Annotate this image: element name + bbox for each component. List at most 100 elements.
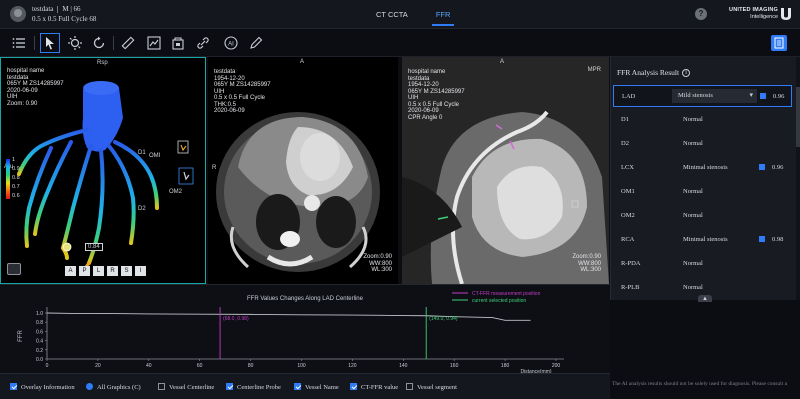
brand-text: UNITED IMAGING Intelligence (718, 7, 778, 21)
y-tick-label: 1.0 (36, 311, 43, 317)
overlay-axial-window: Zoom:0.90 WW:800 WL:300 (363, 254, 392, 274)
rotate-icon[interactable] (91, 35, 107, 51)
option-label: Overlay Information (21, 384, 75, 391)
patient-age: 66 (73, 5, 81, 13)
vessel-row-lcx[interactable]: LCX Minimal stenosis 0.96 (613, 157, 792, 179)
vessel-row-om1[interactable]: OM1 Normal (613, 181, 792, 203)
orient-s-button[interactable]: S (121, 266, 132, 276)
orient-r-button[interactable]: R (107, 266, 118, 276)
checkbox-icon (158, 383, 165, 390)
vessel-name: R-PDA (621, 260, 641, 267)
overlay-information-option[interactable]: Overlay Information (10, 383, 75, 391)
svg-text:AI: AI (228, 42, 234, 48)
link-icon[interactable] (195, 35, 211, 51)
ffr-flag-icon (760, 93, 766, 99)
patient-info: testdata M | 66 0.5 x 0.5 Full Cycle 68 (32, 5, 97, 23)
stenosis-status: Normal (683, 260, 703, 267)
ffr-chart-svg: FFR Values Changes Along LAD Centerline F… (18, 291, 564, 374)
viewport-axial[interactable]: testdata 1954-12-20 065Y M ZS14285997 UI… (208, 57, 398, 284)
legend-label: CT-FFR measurement position (472, 291, 541, 297)
edit-icon[interactable] (248, 35, 264, 51)
y-axis-label: FFR (18, 330, 24, 342)
viewport-mpr[interactable]: hospital name testdata 1954-12-20 065Y M… (402, 57, 609, 284)
tab-ffr[interactable]: FFR (422, 0, 465, 29)
overlay-line: WL:300 (580, 267, 601, 273)
patient-name: testdata (32, 5, 54, 13)
stenosis-dropdown[interactable]: Mild stenosis (672, 89, 757, 103)
x-tick-label: 160 (450, 363, 459, 369)
orient-a-button[interactable]: A (65, 266, 76, 276)
screenshot-button[interactable] (7, 263, 21, 275)
x-tick-label: 40 (146, 363, 152, 369)
help-icon[interactable]: ? (695, 8, 707, 20)
x-tick-label: 120 (348, 363, 357, 369)
vessel-name: OM2 (621, 212, 635, 219)
ffr-flag-icon (759, 164, 765, 170)
stenosis-status: Minimal stenosis (683, 236, 728, 243)
centerline-probe-option[interactable]: Centerline Probe (226, 383, 281, 391)
toolbar: AI (0, 29, 800, 57)
adjust-window-icon[interactable] (67, 35, 83, 51)
vessel-name: R-PLB (621, 284, 640, 291)
overlay-mpr-window: Zoom:0.90 WW:800 WL:300 (572, 254, 601, 274)
stenosis-status: Normal (683, 140, 703, 147)
ai-icon[interactable]: AI (223, 35, 239, 51)
ffr-value: 0.96 (772, 164, 784, 171)
report-icon[interactable] (771, 35, 787, 51)
ct-ffr-value-option[interactable]: CT-FFR value (350, 383, 398, 391)
overlay-line: 2020-06-09 (214, 108, 245, 114)
y-tick-label: 0.8 (36, 320, 43, 326)
pointer-icon[interactable] (40, 33, 60, 53)
coronary-tree-render (17, 81, 194, 274)
ffr-series-line (46, 312, 531, 321)
vessel-label-om2: OM2 (169, 189, 183, 195)
panel-scrollbar-thumb[interactable] (796, 87, 800, 147)
panel-title: FFR Analysis Result i (617, 68, 691, 78)
vessel-centerline-option[interactable]: Vessel Centerline (158, 383, 214, 391)
panel-title-text: FFR Analysis Result (617, 68, 680, 77)
vessel-row-om2[interactable]: OM2 Normal (613, 205, 792, 227)
stenosis-status: Normal (683, 284, 703, 291)
vessel-row-rca[interactable]: RCA Minimal stenosis 0.98 (613, 229, 792, 251)
vessel-segment-option[interactable]: Vessel segment (406, 383, 457, 391)
x-tick-label: 140 (399, 363, 408, 369)
vessel-row-r-pda[interactable]: R-PDA Normal (613, 253, 792, 275)
vessel-label-d1: D1 (138, 150, 146, 156)
option-label: All Graphics (97, 384, 131, 391)
all-graphics-option[interactable]: All Graphics (C) (86, 383, 141, 391)
vessel-row-d2[interactable]: D2 Normal (613, 133, 792, 155)
info-icon[interactable]: i (682, 69, 691, 78)
vessel-row-lad[interactable]: LAD Mild stenosis 0.96 (613, 85, 792, 107)
tab-ct-ccta[interactable]: CT CCTA (362, 0, 422, 29)
vessel-name: D2 (621, 140, 629, 147)
stenosis-status: Minimal stenosis (683, 164, 728, 171)
brand-line2: Intelligence (750, 14, 778, 20)
export-icon[interactable] (170, 35, 186, 51)
option-shortcut: (C) (132, 384, 141, 391)
x-tick-label: 80 (248, 363, 254, 369)
viewport-3d[interactable]: hospital name testdata 065Y M ZS14285997… (0, 57, 206, 284)
orient-l-button[interactable]: L (93, 266, 104, 276)
vessel-name-option[interactable]: Vessel Name (294, 383, 339, 391)
option-label: Vessel Centerline (169, 384, 215, 391)
ffr-results-panel: FFR Analysis Resulti LAD Mild stenosis 0.9… (610, 57, 800, 300)
checkbox-icon (10, 383, 17, 390)
patient-sex: M (62, 5, 69, 13)
orient-i-button[interactable]: I (135, 266, 146, 276)
checkbox-icon (294, 383, 301, 390)
stenosis-status: Normal (683, 116, 703, 123)
overlay-line: Zoom:0.90 (572, 254, 601, 260)
snapshot-icon[interactable] (146, 35, 162, 51)
overlay-line: 0.5 x 0.5 Full Cycle (214, 95, 266, 101)
collapse-panel-button[interactable]: ▲ (698, 295, 712, 302)
orient-p-button[interactable]: P (79, 266, 90, 276)
vessel-label-om1: OMI (149, 153, 161, 159)
layout-icon[interactable] (11, 35, 27, 51)
vessel-row-d1[interactable]: D1 Normal (613, 109, 792, 131)
ruler-icon[interactable] (120, 35, 136, 51)
x-tick-label: 100 (297, 363, 306, 369)
avatar[interactable] (10, 6, 26, 22)
stenosis-status: Normal (683, 212, 703, 219)
vessel-name: LCX (621, 164, 634, 171)
x-tick-label: 20 (95, 363, 101, 369)
